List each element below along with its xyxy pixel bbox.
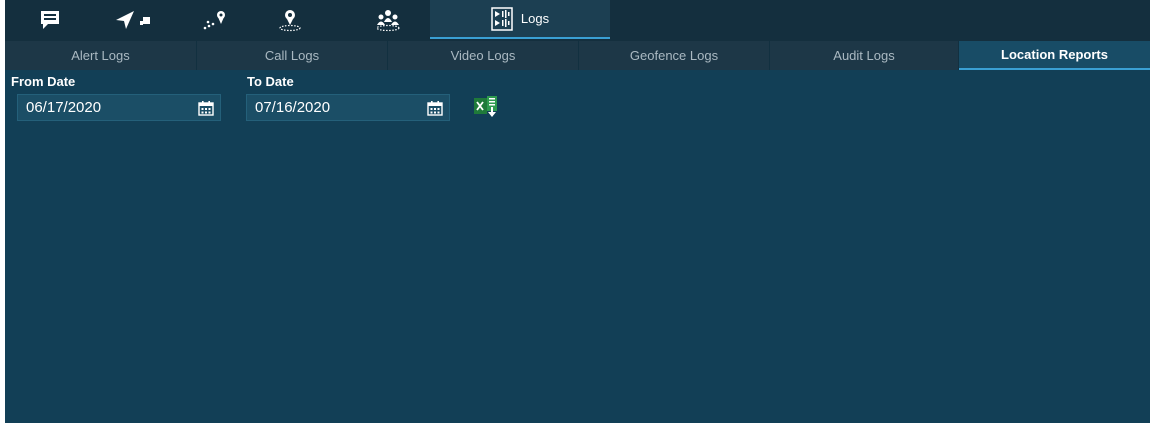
- to-date-label: To Date: [247, 74, 294, 89]
- tab-audit-logs[interactable]: Audit Logs: [770, 41, 959, 70]
- location-pin-icon: [277, 8, 303, 32]
- excel-export-icon: [474, 96, 500, 122]
- route-icon: [202, 9, 228, 31]
- group-icon: [375, 8, 401, 32]
- toolbar-button-messages[interactable]: [10, 0, 90, 39]
- to-date-field[interactable]: 07/16/2020: [246, 94, 450, 121]
- toolbar-button-location[interactable]: [250, 0, 330, 39]
- toolbar-tab-logs[interactable]: Logs: [430, 0, 610, 39]
- log-type-tabs: Alert Logs Call Logs Video Logs Geofence…: [5, 41, 1150, 70]
- calendar-icon[interactable]: [423, 96, 447, 120]
- from-date-field[interactable]: 06/17/2020: [17, 94, 221, 121]
- toolbar-tab-logs-label: Logs: [520, 11, 550, 26]
- to-date-value: 07/16/2020: [255, 99, 331, 116]
- tab-video-logs[interactable]: Video Logs: [388, 41, 579, 70]
- excel-export-button[interactable]: [474, 96, 500, 118]
- tab-alert-logs[interactable]: Alert Logs: [5, 41, 197, 70]
- toolbar-button-group[interactable]: [345, 0, 430, 39]
- toolbar-button-route[interactable]: [185, 0, 245, 39]
- logs-icon: [491, 6, 513, 31]
- tab-geofence-logs[interactable]: Geofence Logs: [579, 41, 770, 70]
- top-toolbar: Logs: [5, 0, 1150, 41]
- from-date-label: From Date: [11, 74, 76, 89]
- tab-location-reports[interactable]: Location Reports: [959, 41, 1150, 70]
- toolbar-button-navigation[interactable]: [95, 0, 170, 39]
- calendar-icon[interactable]: [194, 96, 218, 120]
- message-icon: [39, 9, 61, 31]
- tab-call-logs[interactable]: Call Logs: [197, 41, 388, 70]
- from-date-value: 06/17/2020: [26, 99, 102, 116]
- navigation-arrow-icon: [113, 9, 153, 31]
- app-frame: Logs Alert Logs Call Logs Video Logs Geo…: [5, 0, 1150, 423]
